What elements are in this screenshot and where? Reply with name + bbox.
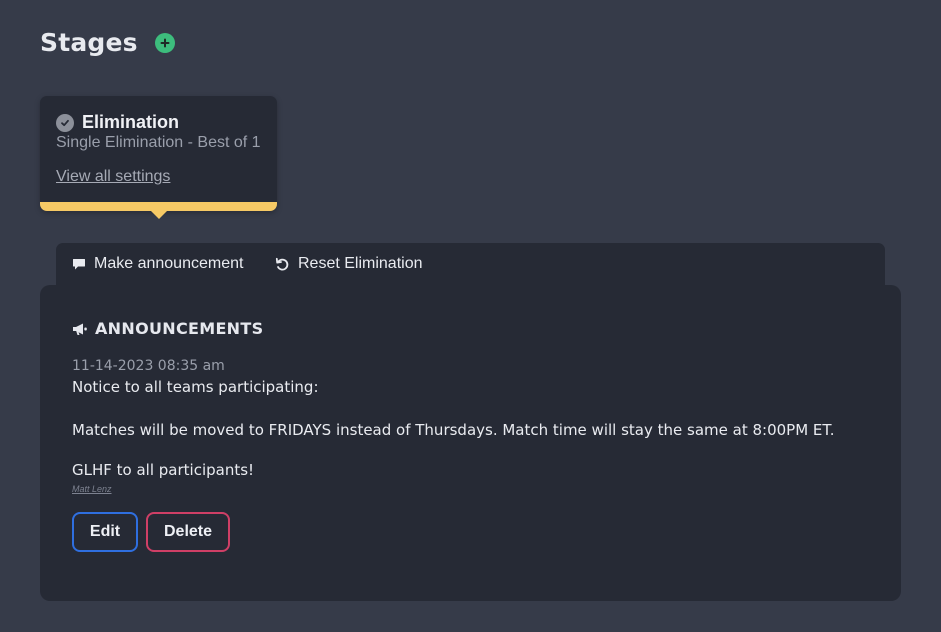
plus-icon [160, 38, 170, 47]
reset-elimination-label: Reset Elimination [298, 255, 423, 272]
add-stage-button[interactable] [154, 32, 175, 53]
undo-icon [275, 257, 289, 271]
stage-card-elimination[interactable]: Elimination Single Elimination - Best of… [40, 96, 277, 219]
view-settings-link[interactable]: View all settings [56, 168, 170, 186]
announcements-panel: ANNOUNCEMENTS 11-14-2023 08:35 am Notice… [40, 285, 901, 601]
announcement-line-2: Matches will be moved to FRIDAYS instead… [72, 421, 835, 439]
announcement-timestamp: 11-14-2023 08:35 am [72, 358, 225, 374]
stage-name-row: Elimination [56, 112, 179, 133]
speech-bubble-icon [73, 259, 85, 270]
stage-name: Elimination [82, 112, 180, 132]
announcements-title: ANNOUNCEMENTS [95, 319, 264, 338]
check-circle-icon [56, 113, 74, 132]
page-title: Stages [40, 28, 138, 57]
announcements-header: ANNOUNCEMENTS [72, 319, 263, 338]
stage-format: Single Elimination - Best of 1 [56, 134, 261, 151]
delete-announcement-button[interactable]: Delete [146, 512, 230, 552]
megaphone-icon [73, 323, 87, 335]
edit-announcement-button[interactable]: Edit [72, 512, 138, 552]
make-announcement-button[interactable]: Make announcement [72, 255, 243, 273]
announcement-line-3: GLHF to all participants! [72, 461, 255, 479]
announcement-author[interactable]: Matt Lenz [72, 484, 112, 494]
make-announcement-label: Make announcement [94, 255, 244, 272]
stages-header: Stages [40, 28, 175, 57]
announcement-line-1: Notice to all teams participating: [72, 378, 319, 396]
reset-elimination-button[interactable]: Reset Elimination [275, 255, 423, 273]
stages-page: Stages Elimination Single Elimination - … [0, 0, 941, 632]
